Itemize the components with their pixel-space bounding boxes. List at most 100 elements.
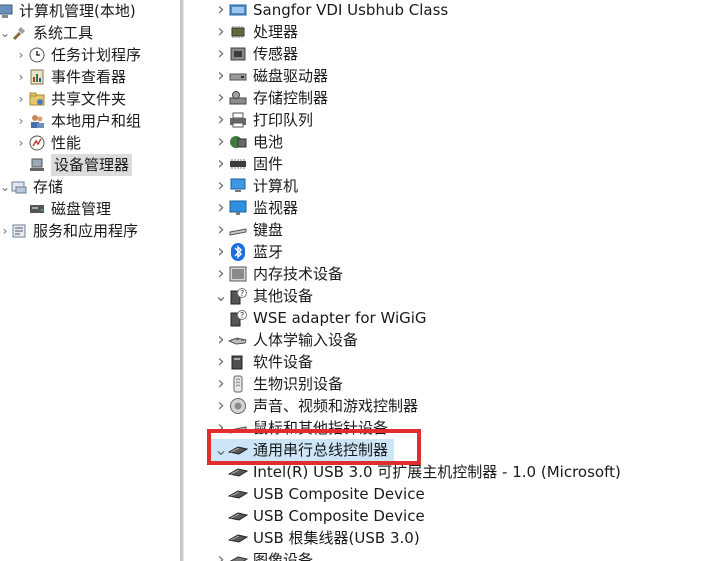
- tree-item-shared-folders[interactable]: › 共享文件夹: [14, 88, 126, 110]
- device-category[interactable]: › Sangfor VDI Usbhub Class: [214, 0, 448, 21]
- biometric-icon: [228, 375, 248, 393]
- device-label: WSE adapter for WiGiG: [253, 309, 427, 327]
- device-item[interactable]: USB Composite Device: [228, 505, 425, 527]
- device-category[interactable]: › 打印队列: [214, 109, 313, 131]
- computer-management-icon: [0, 2, 14, 20]
- tree-item-label: 本地用户和组: [51, 112, 142, 130]
- device-category[interactable]: › 内存技术设备: [214, 263, 343, 285]
- usb-controller-icon: [228, 463, 248, 481]
- software-device-icon: [228, 353, 248, 371]
- device-item[interactable]: USB 根集线器(USB 3.0): [228, 527, 420, 549]
- device-label: 声音、视频和游戏控制器: [253, 397, 419, 415]
- device-category[interactable]: › 固件: [214, 153, 283, 175]
- chevron-right-icon[interactable]: ›: [214, 175, 228, 197]
- device-category[interactable]: › 存储控制器: [214, 87, 328, 109]
- chevron-right-icon[interactable]: ›: [14, 132, 28, 154]
- device-item[interactable]: USB Composite Device: [228, 483, 425, 505]
- device-category[interactable]: › 蓝牙: [214, 241, 283, 263]
- device-category[interactable]: › 传感器: [214, 43, 298, 65]
- device-label: 生物识别设备: [253, 375, 344, 393]
- chevron-right-icon[interactable]: ›: [214, 549, 228, 561]
- device-label: USB 根集线器(USB 3.0): [253, 529, 420, 547]
- chevron-right-icon[interactable]: ›: [214, 43, 228, 65]
- chevron-right-icon[interactable]: ›: [14, 110, 28, 132]
- chevron-down-icon[interactable]: ⌄: [214, 285, 228, 307]
- chevron-right-icon[interactable]: ›: [214, 153, 228, 175]
- device-category[interactable]: › 磁盘驱动器: [214, 65, 328, 87]
- sensor-icon: [228, 45, 248, 63]
- device-label: 人体学输入设备: [253, 331, 359, 349]
- storage-controller-icon: [228, 89, 248, 107]
- device-label: 内存技术设备: [253, 265, 344, 283]
- tree-item-local-users-groups[interactable]: › 本地用户和组: [14, 110, 141, 132]
- users-icon: [28, 112, 46, 130]
- tree-item-label: 计算机管理(本地): [19, 2, 136, 20]
- chevron-right-icon[interactable]: ›: [214, 351, 228, 373]
- device-label: 存储控制器: [253, 89, 329, 107]
- chevron-right-icon[interactable]: ›: [14, 44, 28, 66]
- disk-management-icon: [28, 200, 46, 218]
- device-category[interactable]: › 监视器: [214, 197, 298, 219]
- chevron-right-icon[interactable]: ›: [214, 87, 228, 109]
- chevron-right-icon[interactable]: ›: [214, 21, 228, 43]
- chevron-right-icon[interactable]: ›: [14, 88, 28, 110]
- sound-icon: [228, 397, 248, 415]
- chevron-right-icon[interactable]: ›: [14, 66, 28, 88]
- chevron-right-icon[interactable]: ›: [214, 219, 228, 241]
- tree-item-storage[interactable]: ⌄ 存储: [0, 176, 63, 198]
- device-category[interactable]: › 处理器: [214, 21, 298, 43]
- tree-item-device-manager[interactable]: 设备管理器: [14, 154, 133, 176]
- tree-item-computer-management[interactable]: 计算机管理(本地): [0, 0, 136, 22]
- tree-item-label: 共享文件夹: [51, 90, 127, 108]
- chevron-right-icon[interactable]: ›: [214, 0, 228, 21]
- device-item[interactable]: ? WSE adapter for WiGiG: [228, 307, 427, 329]
- chevron-down-icon[interactable]: ⌄: [0, 22, 10, 44]
- chevron-right-icon[interactable]: ›: [0, 220, 10, 242]
- device-tree: › Sangfor VDI Usbhub Class › 处理器 › 传感器 › 磁盘驱动器 ›…: [184, 0, 717, 561]
- chevron-right-icon[interactable]: ›: [214, 131, 228, 153]
- shared-folder-icon: [28, 90, 46, 108]
- device-label: 图像设备: [253, 551, 314, 561]
- device-label: USB Composite Device: [253, 485, 425, 503]
- chevron-right-icon[interactable]: ›: [214, 65, 228, 87]
- tree-item-system-tools[interactable]: ⌄ 系统工具: [0, 22, 93, 44]
- tree-item-services-apps[interactable]: › 服务和应用程序: [0, 220, 138, 242]
- chevron-right-icon[interactable]: ›: [214, 109, 228, 131]
- tree-item-task-scheduler[interactable]: › 任务计划程序: [14, 44, 141, 66]
- usb-controller-icon: [228, 485, 248, 503]
- svg-text:?: ?: [240, 311, 244, 320]
- chevron-right-icon[interactable]: ›: [214, 395, 228, 417]
- computer-icon: [228, 177, 248, 195]
- chevron-right-icon[interactable]: ›: [214, 329, 228, 351]
- tree-item-disk-management[interactable]: 磁盘管理: [14, 198, 111, 220]
- device-label: 传感器: [253, 45, 299, 63]
- device-category[interactable]: › 键盘: [214, 219, 283, 241]
- device-category[interactable]: › 生物识别设备: [214, 373, 343, 395]
- printer-icon: [228, 111, 248, 129]
- device-category[interactable]: › 软件设备: [214, 351, 313, 373]
- chevron-right-icon[interactable]: ›: [214, 241, 228, 263]
- device-label: 磁盘驱动器: [253, 67, 329, 85]
- keyboard-icon: [228, 221, 248, 239]
- device-category[interactable]: › 人体学输入设备: [214, 329, 358, 351]
- svg-text:?: ?: [240, 289, 244, 298]
- unknown-device-icon: ?: [228, 287, 248, 305]
- tree-item-performance[interactable]: › 性能: [14, 132, 81, 154]
- chevron-down-icon[interactable]: ⌄: [0, 176, 10, 198]
- chevron-right-icon[interactable]: ›: [214, 197, 228, 219]
- imaging-icon: [228, 551, 248, 561]
- device-category[interactable]: › 图像设备: [214, 549, 313, 561]
- tree-item-event-viewer[interactable]: › 事件查看器: [14, 66, 126, 88]
- clock-icon: [28, 46, 46, 64]
- device-category[interactable]: › 电池: [214, 131, 283, 153]
- usb-hub-icon: [228, 1, 248, 19]
- device-category[interactable]: › 声音、视频和游戏控制器: [214, 395, 418, 417]
- device-category[interactable]: ⌄? 其他设备: [214, 285, 313, 307]
- firmware-icon: [228, 155, 248, 173]
- device-category[interactable]: › 计算机: [214, 175, 298, 197]
- chevron-right-icon[interactable]: ›: [214, 373, 228, 395]
- chevron-right-icon[interactable]: ›: [214, 263, 228, 285]
- hid-icon: [228, 331, 248, 349]
- usb-controller-icon: [228, 507, 248, 525]
- tree-item-label: 服务和应用程序: [33, 222, 139, 240]
